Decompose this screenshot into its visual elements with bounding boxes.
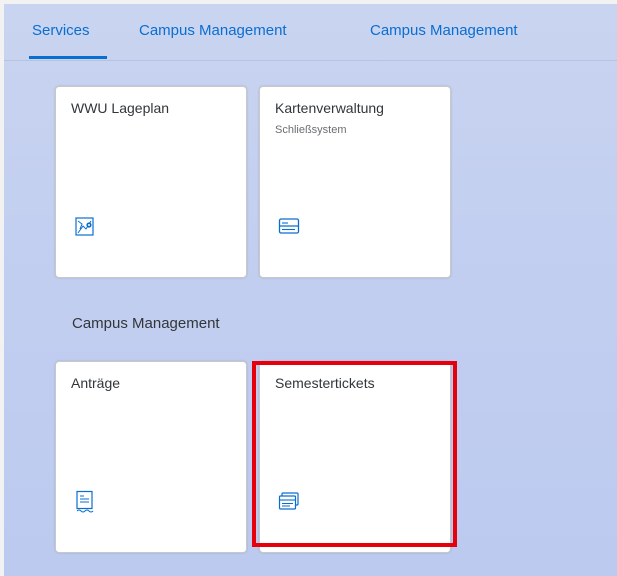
tab-campus-management-2[interactable]: Campus Management — [370, 22, 518, 39]
tile-wwu-lageplan[interactable]: WWU Lageplan — [55, 86, 247, 278]
active-tab-indicator — [29, 56, 107, 59]
tile-semestertickets[interactable]: Semestertickets — [259, 361, 451, 553]
document-icon — [74, 490, 96, 513]
tile-kartenverwaltung[interactable]: Kartenverwaltung Schließsystem — [259, 86, 451, 278]
group-title-campus-management: Campus Management — [72, 315, 220, 332]
map-icon — [74, 215, 96, 237]
tab-bar: Services Campus Management Campus Manage… — [4, 4, 617, 61]
tile-title: Semestertickets — [275, 375, 375, 391]
id-card-icon — [278, 215, 300, 237]
tickets-icon — [278, 490, 300, 512]
tab-campus-management[interactable]: Campus Management — [139, 22, 287, 39]
launchpad-page: Services Campus Management Campus Manage… — [4, 4, 617, 576]
tile-title: WWU Lageplan — [71, 100, 170, 116]
tile-title: Anträge — [71, 375, 121, 391]
tile-subtitle: Schließsystem — [275, 124, 347, 136]
tile-title: Kartenverwaltung — [275, 100, 384, 116]
tile-antraege[interactable]: Anträge — [55, 361, 247, 553]
tab-services[interactable]: Services — [32, 22, 90, 39]
